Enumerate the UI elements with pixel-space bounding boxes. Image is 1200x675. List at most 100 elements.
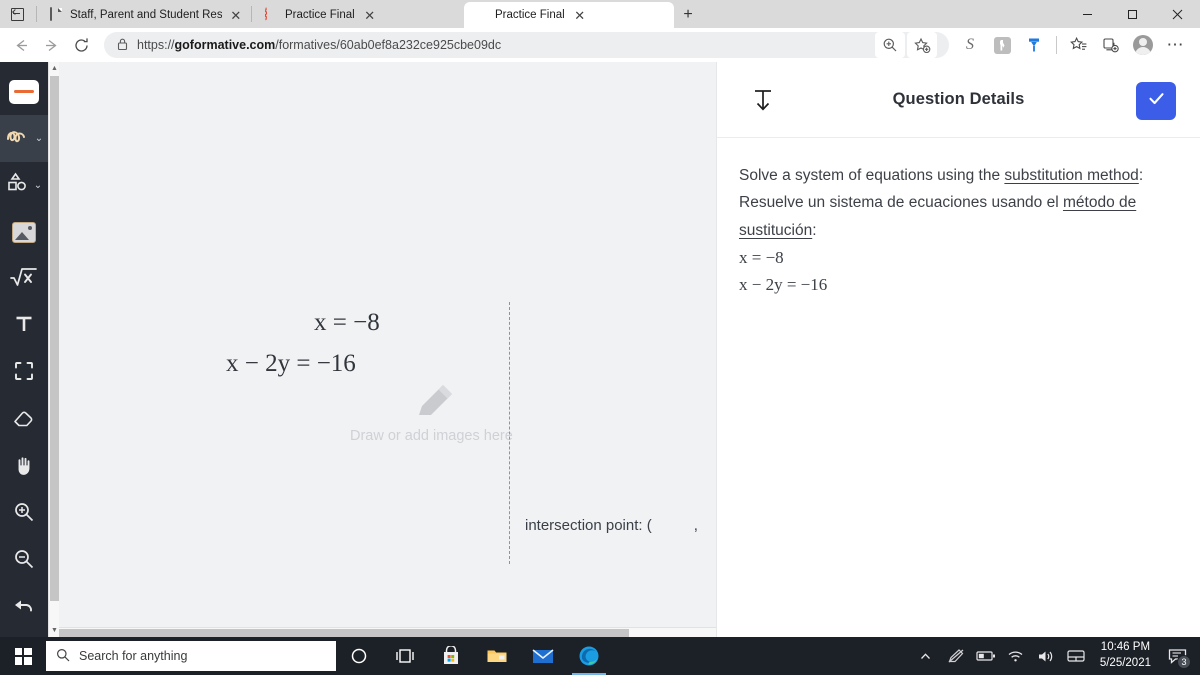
hand-icon <box>13 454 35 482</box>
collections-icon[interactable] <box>1096 31 1126 59</box>
zoom-out-icon <box>13 548 35 575</box>
chevron-down-icon[interactable]: ⌄ <box>34 180 42 191</box>
extensions-row: S ⋯ <box>955 31 1194 59</box>
battery-icon[interactable] <box>971 637 1001 675</box>
question-details-panel: Question Details Solve a system of equat… <box>716 62 1200 637</box>
browser-tab-2[interactable]: Practice Final ✕ <box>254 2 464 28</box>
chevron-down-icon[interactable]: ⌄ <box>35 133 43 144</box>
new-tab-button[interactable]: + <box>674 2 702 28</box>
clock[interactable]: 10:46 PM 5/25/2021 <box>1091 640 1160 671</box>
system-tray: 10:46 PM 5/25/2021 3 <box>911 637 1200 675</box>
url-prefix: https:// <box>137 38 175 52</box>
minimize-button[interactable] <box>1065 0 1110 28</box>
undo-arrow-icon <box>12 596 36 621</box>
taskbar-search-input[interactable]: Search for anything <box>46 641 336 671</box>
vertical-scrollbar-thumb[interactable] <box>50 76 59 601</box>
search-icon <box>56 648 70 665</box>
microsoft-store-icon[interactable] <box>428 637 474 675</box>
browser-tab-1[interactable]: Staff, Parent and Student Resour ✕ <box>39 2 249 28</box>
pen-squiggle-icon <box>5 126 31 151</box>
toolbar-divider <box>1056 36 1057 54</box>
math-tool[interactable] <box>0 256 48 303</box>
favorites-icon[interactable] <box>1064 31 1094 59</box>
tab-actions-menu-button[interactable] <box>0 0 34 28</box>
pen-tool[interactable]: ⌄ <box>0 115 48 162</box>
windows-start-icon[interactable] <box>0 637 46 675</box>
select-tool[interactable] <box>0 350 48 397</box>
cortana-icon[interactable] <box>336 637 382 675</box>
forward-button[interactable] <box>36 31 66 59</box>
notification-count-badge: 3 <box>1177 655 1191 669</box>
window-controls <box>1065 0 1200 28</box>
question-equation-1: x = −8 <box>739 247 784 267</box>
tab-strip: Staff, Parent and Student Resour ✕ Pract… <box>0 0 1200 28</box>
address-bar-actions <box>875 32 937 58</box>
pencil-icon <box>416 380 458 422</box>
eraser-icon <box>12 408 36 433</box>
pen-disabled-icon[interactable] <box>941 637 971 675</box>
submit-button[interactable] <box>1136 82 1176 120</box>
pan-tool[interactable] <box>0 444 48 491</box>
text-t-icon <box>14 314 34 339</box>
text-tool[interactable] <box>0 303 48 350</box>
more-options-icon[interactable]: ⋯ <box>1160 31 1190 59</box>
collapse-down-icon[interactable] <box>749 86 777 114</box>
reload-button[interactable] <box>66 31 96 59</box>
scroll-up-arrow-icon[interactable]: ▲ <box>49 62 60 75</box>
page-title: Question Details <box>892 90 1025 108</box>
extension-badge-icon[interactable] <box>1019 31 1049 59</box>
add-favorite-icon[interactable] <box>907 32 937 58</box>
clock-time: 10:46 PM <box>1100 641 1151 654</box>
address-bar[interactable]: https://goformative.com/formatives/60ab0… <box>104 32 949 58</box>
tab-title: Staff, Parent and Student Resour <box>70 9 222 21</box>
extension-s-icon[interactable]: S <box>955 31 985 59</box>
canvas-vertical-scrollbar[interactable]: ▲ ▼ <box>48 62 59 637</box>
zoom-icon[interactable] <box>875 32 905 58</box>
zoom-in-tool[interactable] <box>0 491 48 538</box>
wifi-icon[interactable] <box>1001 637 1031 675</box>
horizontal-scrollbar-thumb[interactable] <box>59 629 629 637</box>
tab-close-button[interactable]: ✕ <box>572 7 588 23</box>
url-text: https://goformative.com/formatives/60ab0… <box>137 38 501 52</box>
notification-icon[interactable]: 3 <box>1160 637 1194 675</box>
question-text-english: Solve a system of equations using the su… <box>739 167 1144 184</box>
document-icon <box>49 7 63 22</box>
extension-grammar-icon[interactable] <box>987 31 1017 59</box>
undo-tool[interactable] <box>0 585 48 632</box>
square-root-icon <box>10 266 38 293</box>
mail-icon[interactable] <box>520 637 566 675</box>
browser-window: Staff, Parent and Student Resour ✕ Pract… <box>0 0 1200 675</box>
image-icon <box>12 222 36 243</box>
search-placeholder: Search for anything <box>79 649 188 663</box>
selection-frame-icon <box>14 361 34 386</box>
close-button[interactable] <box>1155 0 1200 28</box>
question-link-english[interactable]: substitution method <box>1004 167 1138 184</box>
shapes-tool[interactable]: ⌄ <box>0 162 48 209</box>
tab-close-button[interactable]: ✕ <box>362 7 378 23</box>
browser-tab-3-active[interactable]: Practice Final ✕ <box>464 2 674 28</box>
taskbar-pinned-apps <box>336 637 612 675</box>
profile-avatar-icon[interactable] <box>1128 31 1158 59</box>
tab-search-icon <box>10 7 24 21</box>
zoom-out-tool[interactable] <box>0 538 48 585</box>
stroke-color-swatch[interactable] <box>0 68 48 115</box>
edge-browser-icon[interactable] <box>566 637 612 675</box>
tab-divider <box>251 6 252 22</box>
file-explorer-icon[interactable] <box>474 637 520 675</box>
panel-header: Question Details <box>717 62 1200 138</box>
lock-icon <box>116 37 129 54</box>
eraser-tool[interactable] <box>0 397 48 444</box>
tab-close-button[interactable]: ✕ <box>229 7 243 23</box>
stroke-swatch-icon <box>9 79 39 104</box>
canvas-intersection-text: intersection point: (,) <box>525 517 698 534</box>
checkmark-icon <box>1147 89 1166 113</box>
maximize-button[interactable] <box>1110 0 1155 28</box>
canvas-horizontal-scrollbar[interactable] <box>59 627 716 637</box>
image-tool[interactable] <box>0 209 48 256</box>
show-hidden-icons-icon[interactable] <box>911 637 941 675</box>
touchpad-icon[interactable] <box>1061 637 1091 675</box>
task-view-icon[interactable] <box>382 637 428 675</box>
back-button[interactable] <box>6 31 36 59</box>
volume-icon[interactable] <box>1031 637 1061 675</box>
drawing-canvas[interactable]: x = −8 x − 2y = −16 Draw or add images h… <box>48 62 716 637</box>
